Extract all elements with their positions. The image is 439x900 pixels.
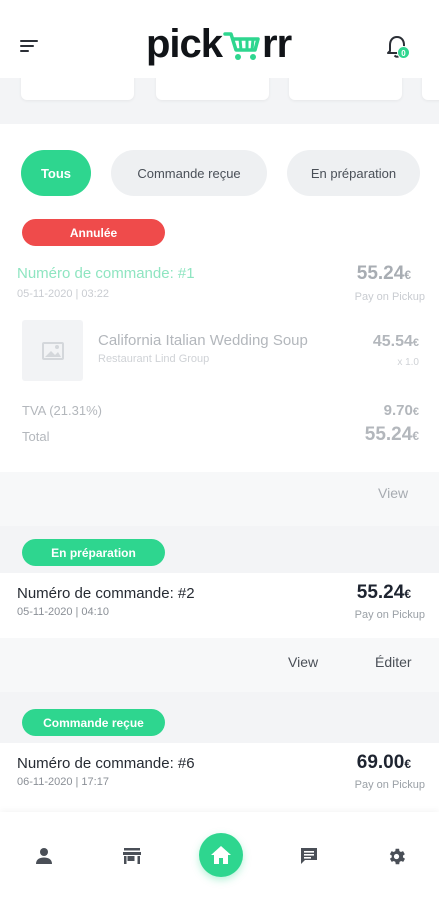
item-name: California Italian Wedding Soup (98, 332, 308, 349)
order-amount: 55.24€ (356, 582, 411, 603)
settings-icon[interactable] (386, 846, 407, 867)
app-logo: pick rr (146, 21, 292, 66)
order-number: Numéro de commande: #1 (17, 265, 195, 282)
order-date: 06-11-2020 | 17:17 (17, 776, 109, 788)
tax-label: TVA (21.31%) (22, 403, 102, 418)
app-header: pick rr 0 (0, 0, 439, 78)
order-card[interactable]: Annulée Numéro de commande: #1 05-11-202… (0, 208, 439, 472)
stats-strip[interactable] (0, 78, 439, 124)
cart-logo-icon (223, 32, 260, 60)
order-number: Numéro de commande: #2 (17, 585, 195, 602)
view-button[interactable]: View (288, 654, 318, 670)
bottom-navigation (0, 812, 439, 900)
order-actions: View (0, 472, 439, 526)
stat-card[interactable] (156, 78, 269, 100)
order-actions: View Éditer (0, 638, 439, 692)
total-value: 55.24€ (364, 424, 419, 445)
filter-tabs: Tous Commande reçue En préparation (0, 124, 439, 208)
stat-card[interactable] (422, 78, 439, 100)
order-date: 05-11-2020 | 03:22 (17, 288, 109, 300)
status-badge: Annulée (22, 219, 165, 246)
chat-icon[interactable] (299, 846, 319, 866)
notification-badge: 0 (397, 46, 410, 59)
tax-value: 9.70€ (383, 402, 419, 419)
payment-method: Pay on Pickup (354, 779, 425, 791)
item-price: 45.54€ (372, 333, 419, 350)
item-restaurant: Restaurant Lind Group (98, 353, 210, 365)
payment-method: Pay on Pickup (354, 291, 425, 303)
home-button[interactable] (199, 833, 243, 877)
filter-chip-received[interactable]: Commande reçue (111, 150, 267, 196)
stat-card[interactable] (289, 78, 402, 100)
store-icon[interactable] (122, 846, 142, 866)
stat-card[interactable] (21, 78, 134, 100)
menu-icon[interactable] (20, 38, 40, 54)
home-icon (211, 846, 231, 864)
filter-chip-preparing[interactable]: En préparation (287, 150, 420, 196)
order-card[interactable]: Numéro de commande: #2 05-11-2020 | 04:1… (0, 553, 439, 638)
view-button[interactable]: View (378, 485, 408, 501)
total-label: Total (22, 429, 50, 444)
order-number: Numéro de commande: #6 (17, 755, 195, 772)
item-thumbnail (22, 320, 83, 381)
profile-icon[interactable] (34, 846, 54, 866)
filter-chip-all[interactable]: Tous (21, 150, 91, 196)
item-quantity: x 1.0 (397, 357, 419, 368)
order-amount: 55.24€ (356, 263, 411, 284)
order-card[interactable]: Numéro de commande: #6 06-11-2020 | 17:1… (0, 723, 439, 812)
order-amount: 69.00€ (356, 752, 411, 773)
payment-method: Pay on Pickup (354, 609, 425, 621)
order-date: 05-11-2020 | 04:10 (17, 606, 109, 618)
edit-button[interactable]: Éditer (375, 654, 412, 670)
image-placeholder-icon (41, 341, 64, 360)
